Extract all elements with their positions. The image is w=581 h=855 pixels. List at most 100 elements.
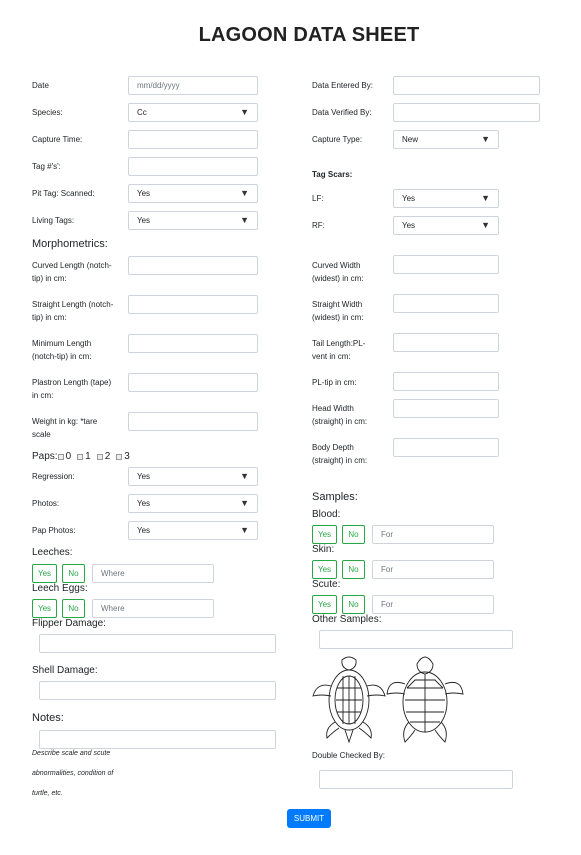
blood-for-input[interactable]: For [372, 525, 494, 544]
rf-label: RF: [312, 221, 325, 230]
head-width-input[interactable] [393, 399, 499, 418]
scute-label: Scute: [312, 579, 341, 590]
submit-button[interactable]: SUBMIT [287, 809, 331, 828]
where-placeholder: Where [101, 569, 125, 578]
caret-down-icon: ▼ [240, 471, 249, 481]
leeches-yes-button[interactable]: Yes [32, 564, 57, 583]
checkbox-icon[interactable] [96, 453, 103, 460]
for-placeholder: For [381, 530, 393, 539]
skin-no-button[interactable]: No [342, 560, 365, 579]
species-select[interactable]: Cc ▼ [128, 103, 258, 122]
flipper-damage-label: Flipper Damage: [32, 618, 106, 629]
leech-eggs-yes-button[interactable]: Yes [32, 599, 57, 618]
turtle-scute-diagram [312, 656, 464, 744]
skin-yes-button[interactable]: Yes [312, 560, 337, 579]
species-value: Cc [137, 108, 147, 117]
paps-option-0[interactable]: 0 [57, 451, 71, 462]
leeches-label: Leeches: [32, 547, 73, 558]
body-depth-input[interactable] [393, 438, 499, 457]
paps-option-2[interactable]: 2 [96, 451, 110, 462]
blood-label: Blood: [312, 509, 341, 520]
straight-width-label: Straight Width (widest) in cm: [312, 300, 364, 322]
photos-value: Yes [137, 499, 151, 508]
leeches-where-input[interactable]: Where [92, 564, 214, 583]
plastron-length-input[interactable] [128, 373, 258, 392]
capture-time-label: Capture Time: [32, 135, 83, 144]
shell-damage-input[interactable] [39, 681, 276, 700]
regression-select[interactable]: Yes ▼ [128, 467, 258, 486]
weight-input[interactable] [128, 412, 258, 431]
morphometrics-heading: Morphometrics: [32, 238, 108, 250]
tag-scars-label: Tag Scars: [312, 170, 353, 179]
shell-damage-label: Shell Damage: [32, 665, 98, 676]
tail-length-input[interactable] [393, 333, 499, 352]
notes-heading: Notes: [32, 712, 64, 724]
lf-select[interactable]: Yes ▼ [393, 189, 499, 208]
blood-no-button[interactable]: No [342, 525, 365, 544]
caret-down-icon: ▼ [240, 525, 249, 535]
data-verified-input[interactable] [393, 103, 540, 122]
pl-tip-label: PL-tip in cm: [312, 378, 357, 387]
for-placeholder: For [381, 600, 393, 609]
double-checked-input[interactable] [319, 770, 513, 789]
leeches-no-button[interactable]: No [62, 564, 85, 583]
data-verified-label: Data Verified By: [312, 108, 372, 117]
other-samples-label: Other Samples: [312, 614, 382, 625]
straight-width-input[interactable] [393, 294, 499, 313]
checkbox-icon[interactable] [116, 453, 123, 460]
checkbox-icon[interactable] [57, 453, 64, 460]
min-length-input[interactable] [128, 334, 258, 353]
body-depth-label: Body Depth (straight) in cm: [312, 443, 368, 465]
leech-eggs-no-button[interactable]: No [62, 599, 85, 618]
data-entered-input[interactable] [393, 76, 540, 95]
straight-length-input[interactable] [128, 295, 258, 314]
other-samples-input[interactable] [319, 630, 513, 649]
living-tags-select[interactable]: Yes ▼ [128, 211, 258, 230]
lf-label: LF: [312, 194, 324, 203]
leech-eggs-label: Leech Eggs: [32, 583, 88, 594]
pit-tag-select[interactable]: Yes ▼ [128, 184, 258, 203]
living-tags-value: Yes [137, 216, 151, 225]
caret-down-icon: ▼ [240, 107, 249, 117]
blood-yes-button[interactable]: Yes [312, 525, 337, 544]
pit-tag-label: Pit Tag: Scanned: [32, 189, 95, 198]
paps-option-3[interactable]: 3 [116, 451, 130, 462]
scute-for-input[interactable]: For [372, 595, 494, 614]
capture-time-input[interactable] [128, 130, 258, 149]
rf-value: Yes [402, 221, 416, 230]
scute-yes-button[interactable]: Yes [312, 595, 337, 614]
species-label: Species: [32, 108, 63, 117]
checkbox-icon[interactable] [77, 453, 84, 460]
data-entered-label: Data Entered By: [312, 81, 373, 90]
photos-select[interactable]: Yes ▼ [128, 494, 258, 513]
curved-width-label: Curved Width (widest) in cm: [312, 261, 364, 283]
head-width-label: Head Width (straight) in cm: [312, 404, 368, 426]
rf-select[interactable]: Yes ▼ [393, 216, 499, 235]
paps-option-1[interactable]: 1 [77, 451, 91, 462]
pit-tag-value: Yes [137, 189, 151, 198]
pap-photos-value: Yes [137, 526, 151, 535]
regression-label: Regression: [32, 472, 75, 481]
page-title: LAGOON DATA SHEET [198, 24, 420, 46]
flipper-damage-input[interactable] [39, 634, 276, 653]
curved-length-input[interactable] [128, 256, 258, 275]
caret-down-icon: ▼ [481, 220, 490, 230]
paps-label: Paps: [32, 451, 58, 462]
scute-no-button[interactable]: No [342, 595, 365, 614]
min-length-label: Minimum Length (notch-tip) in cm: [32, 339, 92, 361]
caret-down-icon: ▼ [481, 134, 490, 144]
straight-length-label: Straight Length (notch-tip) in cm: [32, 300, 114, 322]
leech-eggs-where-input[interactable]: Where [92, 599, 214, 618]
pl-tip-input[interactable] [393, 372, 499, 391]
curved-length-label: Curved Length (notch-tip) in cm: [32, 261, 112, 283]
living-tags-label: Living Tags: [32, 216, 75, 225]
tag-input[interactable] [128, 157, 258, 176]
capture-type-label: Capture Type: [312, 135, 363, 144]
curved-width-input[interactable] [393, 255, 499, 274]
skin-for-input[interactable]: For [372, 560, 494, 579]
capture-type-select[interactable]: New ▼ [393, 130, 499, 149]
date-input[interactable]: mm/dd/yyyy [128, 76, 258, 95]
pap-photos-select[interactable]: Yes ▼ [128, 521, 258, 540]
caret-down-icon: ▼ [240, 498, 249, 508]
double-checked-label: Double Checked By: [312, 751, 385, 760]
